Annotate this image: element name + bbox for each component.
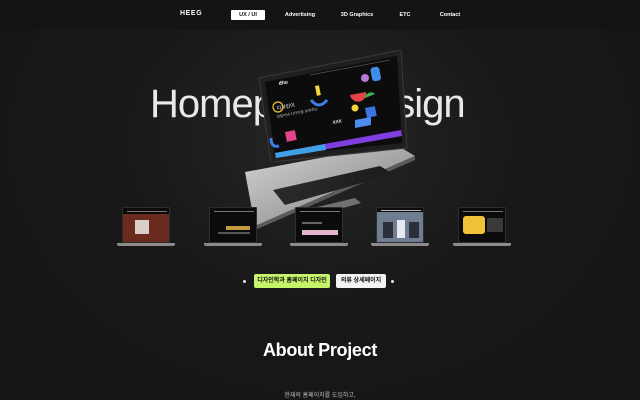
bullet-dot-left bbox=[243, 280, 246, 283]
thumbnail-base bbox=[117, 243, 175, 246]
project-thumbnail-2[interactable] bbox=[204, 207, 262, 249]
project-thumbnail-5[interactable] bbox=[453, 207, 511, 249]
thumbnail-base bbox=[290, 243, 348, 246]
about-project-title: About Project bbox=[262, 340, 378, 360]
nav-item-advertising[interactable]: Advertising bbox=[280, 10, 320, 20]
nav-item-ux-ui[interactable]: UX / UI bbox=[231, 10, 265, 20]
thumbnail-base bbox=[204, 243, 262, 246]
thumbnail-screen bbox=[376, 207, 424, 243]
thumbnail-base bbox=[453, 243, 511, 246]
nav-item-etc[interactable]: ETC bbox=[396, 10, 414, 20]
nav-item-contact[interactable]: Contact bbox=[436, 10, 464, 20]
project-thumbnail-4[interactable] bbox=[371, 207, 429, 249]
about-project-text: 현재의 홈페이지를 도입하고, bbox=[284, 393, 356, 399]
category-button-clothing-detail[interactable]: 의류 상세페이지 bbox=[336, 274, 386, 288]
thumbnail-screen bbox=[209, 207, 257, 243]
thumbnail-screen bbox=[295, 207, 343, 243]
project-thumbnail-3[interactable] bbox=[290, 207, 348, 249]
thumbnail-screen bbox=[122, 207, 170, 243]
site-logo[interactable]: HEEG bbox=[180, 10, 202, 17]
nav-item-3d-graphics[interactable]: 3D Graphics bbox=[335, 10, 379, 20]
project-thumbnail-1[interactable] bbox=[117, 207, 175, 249]
category-button-department-homepage[interactable]: 디자인학과 홈페이지 디자인 bbox=[254, 274, 330, 288]
thumbnail-screen bbox=[458, 207, 506, 243]
thumbnail-base bbox=[371, 243, 429, 246]
top-navigation: HEEG UX / UI Advertising 3D Graphics ETC… bbox=[0, 0, 640, 30]
bullet-dot-right bbox=[391, 280, 394, 283]
